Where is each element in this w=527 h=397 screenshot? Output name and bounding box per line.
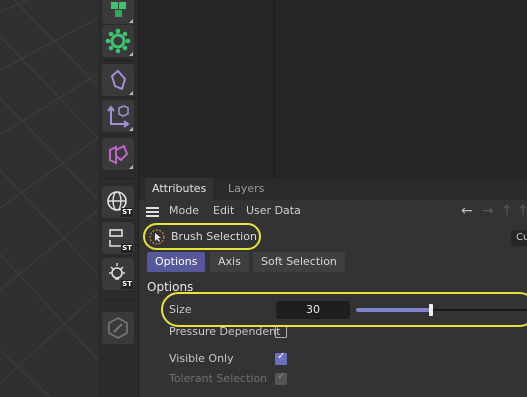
tool-palette: ST ST ST — [98, 0, 139, 397]
pressure-dependent-checkbox[interactable] — [275, 326, 287, 338]
light-st-tool[interactable]: ST — [102, 258, 134, 290]
panel-tabs: Attributes Layers — [139, 178, 527, 200]
globe-st-tool[interactable]: ST — [102, 186, 134, 218]
viewport[interactable] — [0, 0, 98, 397]
subtab-options[interactable]: Options — [147, 252, 206, 272]
object-manager-panel — [139, 0, 527, 178]
menu-user-data[interactable]: User Data — [246, 204, 301, 217]
checkmark-icon: ✓ — [277, 351, 286, 362]
viewport-grid — [0, 0, 98, 397]
attribute-subtabs: Options Axis Soft Selection — [139, 252, 527, 274]
tolerant-selection-label: Tolerant Selection — [169, 372, 268, 385]
deformer-tool[interactable] — [102, 138, 134, 170]
visible-only-label: Visible Only — [169, 352, 234, 365]
tolerant-selection-row: Tolerant Selection ✓ — [139, 369, 527, 389]
menu-edit[interactable]: Edit — [213, 204, 234, 217]
attributes-manager: Attributes Layers Mode Edit User Data ← … — [139, 178, 527, 397]
size-row-highlight — [161, 292, 527, 327]
axis-tool[interactable] — [102, 100, 134, 132]
tab-attributes[interactable]: Attributes — [145, 178, 214, 200]
tab-layers[interactable]: Layers — [221, 178, 271, 200]
edit-tool[interactable] — [102, 312, 134, 344]
visible-only-checkbox[interactable]: ✓ — [275, 351, 287, 365]
cube-group-tool[interactable] — [102, 0, 134, 24]
forward-arrow-icon[interactable]: → — [482, 203, 494, 219]
checkmark-icon: ✓ — [277, 371, 286, 382]
back-arrow-icon[interactable]: ← — [461, 203, 473, 219]
object-name-highlight — [143, 223, 261, 250]
transform-st-tool[interactable]: ST — [102, 222, 134, 254]
history-arrow-icon[interactable]: ↑ — [517, 203, 527, 219]
subtab-soft-selection[interactable]: Soft Selection — [253, 252, 345, 272]
menu-mode[interactable]: Mode — [169, 204, 199, 217]
hamburger-menu-icon[interactable] — [146, 207, 159, 217]
points-tool[interactable] — [102, 25, 134, 57]
edit-disabled-icon — [108, 317, 128, 339]
subtab-axis[interactable]: Axis — [210, 252, 249, 272]
cut-button[interactable]: Cu — [511, 230, 527, 246]
visible-only-row: Visible Only ✓ — [139, 349, 527, 369]
up-arrow-icon[interactable]: ↑ — [501, 203, 513, 219]
polygon-pen-tool[interactable] — [102, 64, 134, 96]
menu-bar: Mode Edit User Data ← → ↑ ↑ — [139, 200, 527, 222]
tolerant-selection-checkbox: ✓ — [275, 371, 287, 385]
